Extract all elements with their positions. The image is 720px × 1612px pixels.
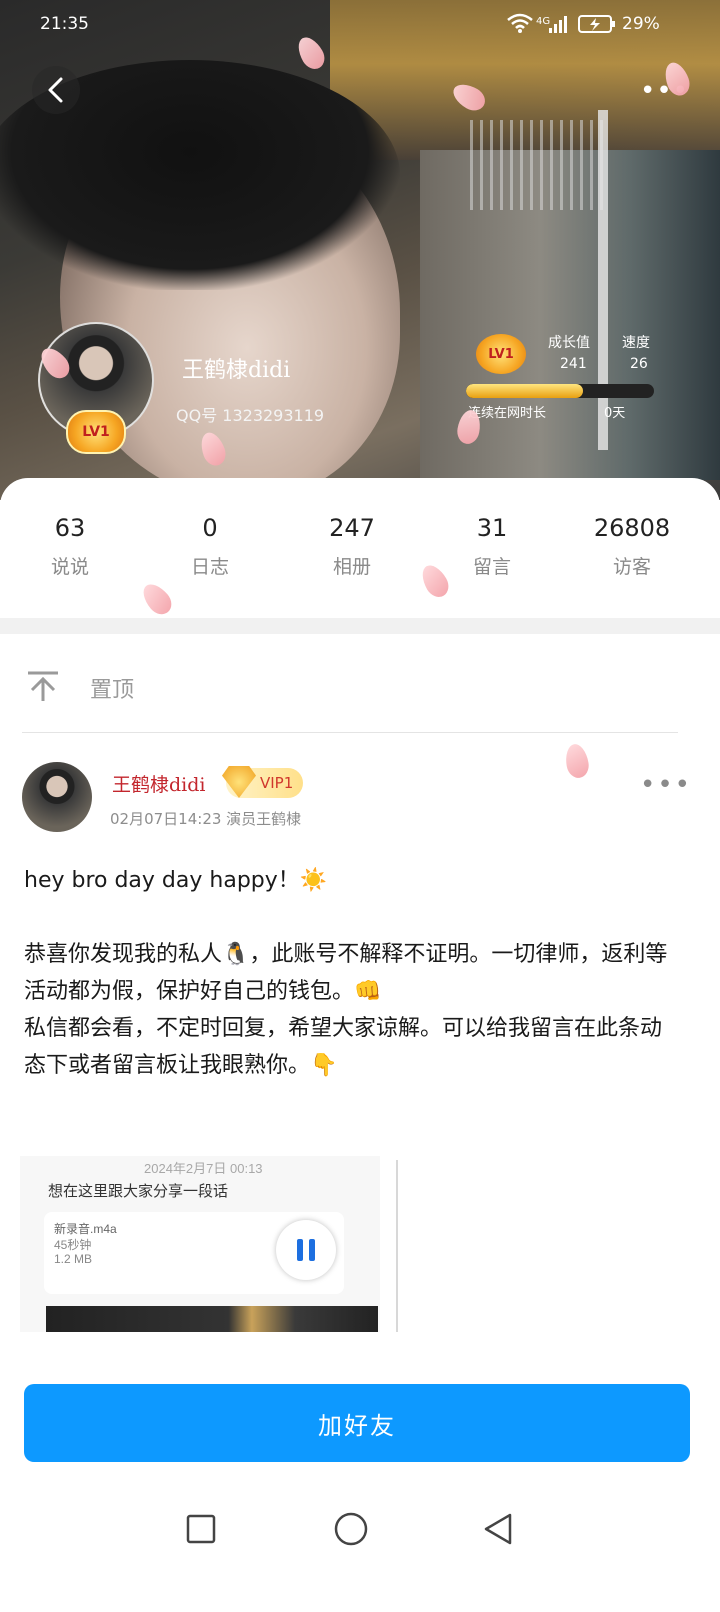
stat-shuoshuo[interactable]: 63 说说 [10, 514, 130, 579]
section-gap [0, 618, 720, 634]
square-icon[interactable] [186, 1514, 216, 1548]
back-button[interactable] [32, 66, 80, 114]
stat-value: 26808 [593, 514, 671, 542]
stat-fangke[interactable]: 26808 访客 [572, 514, 692, 579]
vip-label: VIP1 [260, 774, 294, 792]
signal-icon [548, 14, 568, 38]
stat-label: 留言 [472, 556, 511, 578]
petal-decoration [563, 742, 591, 780]
status-time: 21:35 [40, 14, 89, 34]
vip-badge[interactable]: VIP1 [222, 766, 304, 798]
stat-liuyan[interactable]: 31 留言 [432, 514, 552, 579]
stat-label: 日志 [190, 556, 229, 578]
stat-value: 247 [329, 514, 375, 542]
audio-size: 1.2 MB [54, 1252, 93, 1266]
post-image[interactable]: 2024年2月7日 00:13 想在这里跟大家分享一段话 新录音.m4a 45秒… [20, 1156, 380, 1332]
level-badge: LV1 [66, 410, 126, 454]
pause-icon [276, 1220, 336, 1280]
cover-pole [598, 110, 608, 450]
stats-panel: 63 说说 0 日志 247 相册 31 留言 26808 访客 [0, 478, 720, 618]
stat-label: 访客 [612, 556, 651, 578]
battery-percent: 29% [622, 14, 660, 34]
post-meta: 02月07日14:23 演员王鹤棣 [110, 810, 302, 828]
pin-top-icon [26, 670, 60, 708]
wifi-icon [506, 12, 534, 38]
divider [22, 732, 678, 733]
growth-label: 成长值 [548, 335, 590, 351]
stat-xiangce[interactable]: 247 相册 [292, 514, 412, 579]
post-author-name[interactable]: 王鹤棣didi [112, 770, 205, 797]
attachment-photo-strip [46, 1306, 378, 1332]
speed-value: 26 [630, 356, 648, 372]
add-friend-button[interactable]: 加好友 [24, 1384, 690, 1462]
stat-value: 0 [202, 514, 218, 542]
growth-value: 241 [560, 356, 587, 372]
post-text: hey bro day day happy！☀️ 恭喜你发现我的私人🐧，此账号不… [24, 868, 668, 1078]
pinned-label: 置顶 [90, 678, 135, 703]
system-nav-bar [0, 1486, 720, 1612]
speed-label: 速度 [622, 335, 650, 351]
growth-progress-fill [466, 384, 583, 398]
pinned-header: 置顶 [0, 634, 720, 734]
stat-value: 63 [54, 514, 86, 542]
stat-value: 31 [476, 514, 508, 542]
post-more-icon[interactable]: ••• [640, 770, 692, 800]
post-author-avatar[interactable] [22, 762, 92, 832]
audio-duration: 45秒钟 [54, 1238, 92, 1252]
stat-rizhi[interactable]: 0 日志 [150, 514, 270, 579]
profile-name: 王鹤棣didi [182, 358, 291, 383]
back-arrow-icon [48, 77, 63, 103]
attachment-caption: 想在这里跟大家分享一段话 [48, 1183, 229, 1200]
audio-file-name: 新录音.m4a [54, 1222, 117, 1236]
triangle-icon[interactable] [482, 1512, 514, 1550]
circle-icon[interactable] [334, 1512, 368, 1550]
battery-icon [578, 14, 616, 38]
growth-progress-bar [466, 384, 654, 398]
stat-label: 说说 [50, 556, 89, 578]
stat-label: 相册 [332, 556, 371, 578]
online-duration-value: 0天 [604, 406, 626, 421]
cover-hanger-rack [470, 120, 610, 210]
image-separator [396, 1160, 398, 1332]
growth-level-badge[interactable]: LV1 [476, 334, 526, 374]
vip-diamond-icon [222, 766, 256, 798]
online-duration-label: 连续在网时长 [468, 406, 547, 421]
qq-number: QQ号 1323293119 [176, 406, 325, 425]
attachment-date: 2024年2月7日 00:13 [144, 1161, 263, 1176]
